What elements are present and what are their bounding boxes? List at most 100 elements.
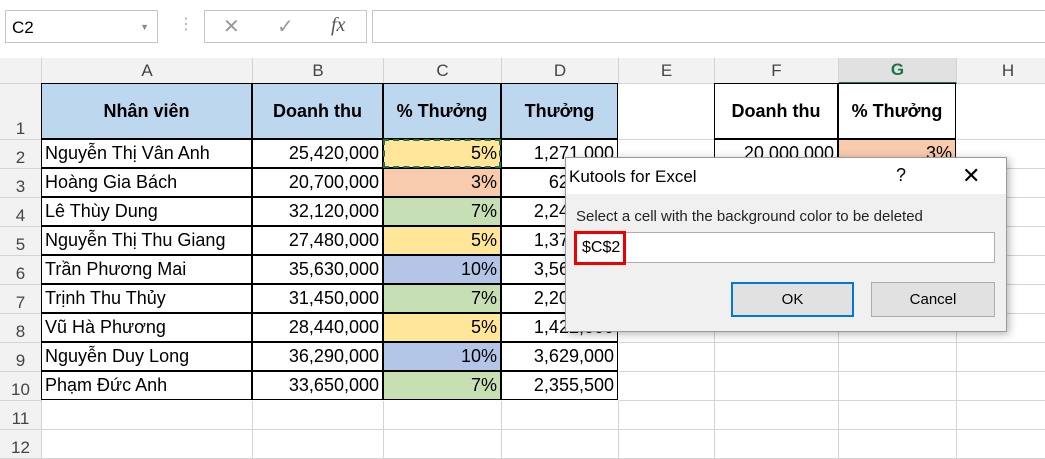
cell[interactable] (502, 401, 619, 430)
bonus-percent-cell[interactable]: 7% (383, 197, 501, 226)
dialog-title: Kutools for Excel (569, 167, 697, 186)
cell[interactable] (957, 430, 1045, 459)
header-d[interactable]: Thưởng (501, 83, 618, 139)
column-header-h[interactable]: H (957, 58, 1045, 84)
revenue-cell[interactable]: 20,700,000 (252, 168, 383, 197)
row-header-6[interactable]: 6 (0, 256, 42, 285)
bonus-percent-cell[interactable]: 7% (383, 284, 501, 313)
employee-name-cell[interactable]: Vũ Hà Phương (41, 313, 252, 342)
employee-name-cell[interactable]: Trần Phương Mai (41, 255, 252, 284)
row-header-1[interactable]: 1 (0, 84, 42, 140)
cell[interactable] (42, 401, 253, 430)
cell[interactable] (715, 401, 839, 430)
row-header-3[interactable]: 3 (0, 169, 42, 198)
bonus-percent-cell[interactable]: 5% (383, 226, 501, 255)
cell[interactable] (957, 372, 1045, 401)
formula-input[interactable] (372, 10, 1045, 43)
cell[interactable] (957, 84, 1045, 140)
dialog-titlebar: Kutools for Excel ? ✕ (566, 158, 1006, 194)
bonus-percent-cell[interactable]: 5% (383, 313, 501, 342)
employee-name-cell[interactable]: Lê Thùy Dung (41, 197, 252, 226)
column-header-d[interactable]: D (502, 58, 619, 84)
revenue-cell[interactable]: 28,440,000 (252, 313, 383, 342)
header-b[interactable]: Doanh thu (252, 83, 383, 139)
fx-icon[interactable]: fx (331, 14, 345, 37)
header-g[interactable]: % Thưởng (838, 83, 956, 139)
cell[interactable] (619, 343, 715, 372)
column-header-a[interactable]: A (42, 58, 253, 84)
bonus-percent-cell[interactable]: 7% (383, 371, 501, 400)
cell-range-value[interactable]: $C$2 (574, 231, 626, 265)
bonus-cell[interactable]: 3,629,000 (501, 342, 618, 371)
revenue-cell[interactable]: 33,650,000 (252, 371, 383, 400)
cancel-button[interactable]: Cancel (871, 282, 995, 317)
column-header-c[interactable]: C (384, 58, 502, 84)
cell[interactable] (839, 372, 957, 401)
dialog-label: Select a cell with the background color … (576, 208, 923, 225)
cell[interactable] (839, 343, 957, 372)
row-header-2[interactable]: 2 (0, 140, 42, 169)
revenue-cell[interactable]: 31,450,000 (252, 284, 383, 313)
row-header-5[interactable]: 5 (0, 227, 42, 256)
row-header-9[interactable]: 9 (0, 343, 42, 372)
revenue-cell[interactable]: 25,420,000 (252, 139, 383, 168)
cell[interactable] (619, 401, 715, 430)
name-box-value: C2 (12, 18, 34, 37)
column-header-f[interactable]: F (715, 58, 839, 84)
row-header-11[interactable]: 11 (0, 401, 42, 430)
enter-icon[interactable]: ✓ (277, 14, 294, 39)
cell[interactable] (715, 343, 839, 372)
cell[interactable] (957, 343, 1045, 372)
name-box[interactable]: C2 ▼ (5, 10, 158, 43)
bonus-percent-cell[interactable]: 10% (383, 255, 501, 284)
row-header-10[interactable]: 10 (0, 372, 42, 401)
bonus-percent-cell[interactable]: 10% (383, 342, 501, 371)
bonus-percent-cell[interactable]: 3% (383, 168, 501, 197)
cell[interactable] (715, 430, 839, 459)
row-header-8[interactable]: 8 (0, 314, 42, 343)
cell[interactable] (253, 430, 384, 459)
help-icon[interactable]: ? (896, 165, 906, 186)
bonus-cell[interactable]: 2,355,500 (501, 371, 618, 400)
cancel-icon[interactable]: ✕ (223, 14, 240, 39)
revenue-cell[interactable]: 32,120,000 (252, 197, 383, 226)
formula-bar: C2 ▼ ⋮ ✕ ✓ fx (0, 0, 1045, 58)
cell[interactable] (619, 84, 715, 140)
row-header-7[interactable]: 7 (0, 285, 42, 314)
header-f[interactable]: Doanh thu (714, 83, 838, 139)
cell[interactable] (839, 430, 957, 459)
employee-name-cell[interactable]: Hoàng Gia Bách (41, 168, 252, 197)
cell[interactable] (619, 430, 715, 459)
drag-handle-icon[interactable]: ⋮ (178, 14, 194, 34)
cell[interactable] (839, 401, 957, 430)
ok-button[interactable]: OK (731, 282, 854, 317)
employee-name-cell[interactable]: Nguyễn Thị Vân Anh (41, 139, 252, 168)
revenue-cell[interactable]: 27,480,000 (252, 226, 383, 255)
cell[interactable] (502, 430, 619, 459)
cell[interactable] (619, 372, 715, 401)
column-header-b[interactable]: B (253, 58, 384, 84)
cell[interactable] (42, 430, 253, 459)
revenue-cell[interactable]: 36,290,000 (252, 342, 383, 371)
column-header-e[interactable]: E (619, 58, 715, 84)
employee-name-cell[interactable]: Phạm Đức Anh (41, 371, 252, 400)
header-a[interactable]: Nhân viên (41, 83, 252, 139)
cell[interactable] (384, 430, 502, 459)
revenue-cell[interactable]: 35,630,000 (252, 255, 383, 284)
cell[interactable] (384, 401, 502, 430)
employee-name-cell[interactable]: Trịnh Thu Thủy (41, 284, 252, 313)
cell[interactable] (253, 401, 384, 430)
cell[interactable] (715, 372, 839, 401)
employee-name-cell[interactable]: Nguyễn Thị Thu Giang (41, 226, 252, 255)
column-header-g[interactable]: G (839, 58, 957, 84)
cell[interactable] (957, 401, 1045, 430)
cell-range-input[interactable] (574, 232, 995, 263)
header-c[interactable]: % Thưởng (383, 83, 501, 139)
select-all-corner[interactable] (0, 58, 42, 84)
row-header-12[interactable]: 12 (0, 430, 42, 459)
chevron-down-icon[interactable]: ▼ (140, 11, 149, 44)
bonus-percent-cell[interactable]: 5% (383, 139, 501, 168)
employee-name-cell[interactable]: Nguyễn Duy Long (41, 342, 252, 371)
close-icon[interactable]: ✕ (962, 163, 980, 189)
row-header-4[interactable]: 4 (0, 198, 42, 227)
